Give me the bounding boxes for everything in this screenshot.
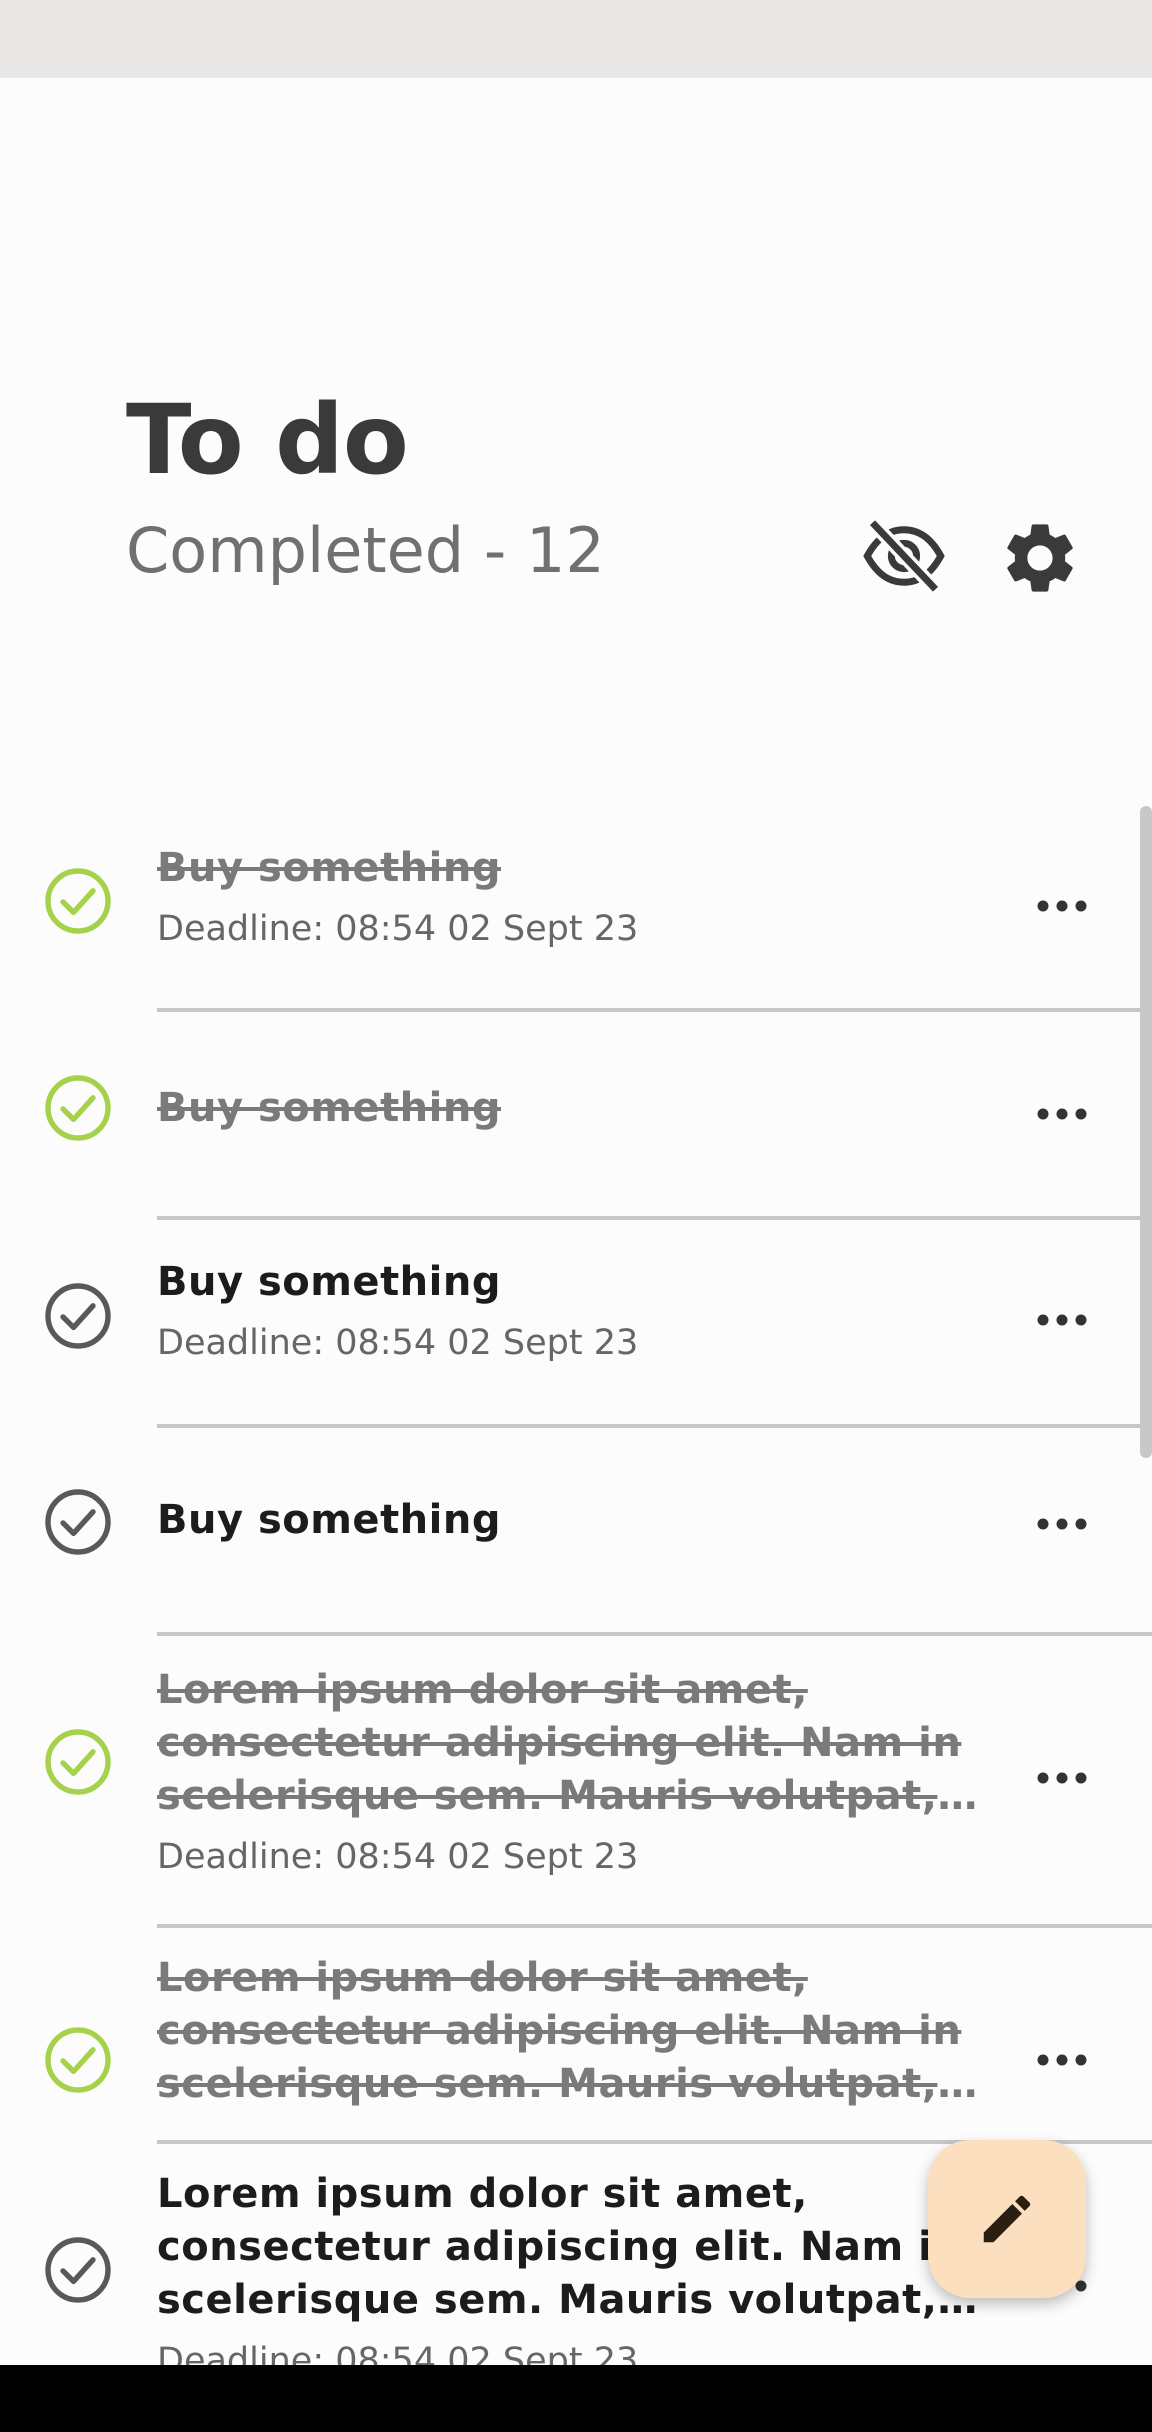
task-menu-button[interactable] bbox=[1022, 876, 1102, 936]
task-menu-button[interactable] bbox=[1022, 1494, 1102, 1554]
check-circle-icon[interactable] bbox=[42, 1280, 114, 1352]
task-menu-button[interactable] bbox=[1022, 1290, 1102, 1350]
task-row[interactable]: Lorem ipsum dolor sit amet, consectetur … bbox=[0, 1928, 1152, 2144]
check-circle-icon[interactable] bbox=[42, 865, 114, 937]
check-circle-icon[interactable] bbox=[42, 2024, 114, 2096]
more-horizontal-icon bbox=[1037, 1108, 1087, 1120]
task-list[interactable]: Buy something Deadline: 08:54 02 Sept 23… bbox=[0, 800, 1152, 2365]
task-deadline: Deadline: 08:54 02 Sept 23 bbox=[157, 2341, 639, 2365]
task-title: Lorem ipsum dolor sit amet, consectetur … bbox=[157, 1955, 962, 2107]
task-deadline: Deadline: 08:54 02 Sept 23 bbox=[157, 1837, 639, 1877]
task-deadline: Deadline: 08:54 02 Sept 23 bbox=[157, 909, 639, 949]
task-row[interactable]: Buy something bbox=[0, 1012, 1152, 1220]
task-row[interactable]: Buy something Deadline: 08:54 02 Sept 23 bbox=[0, 800, 1152, 1012]
task-title: Buy something bbox=[157, 1085, 501, 1131]
check-circle-icon[interactable] bbox=[42, 1486, 114, 1558]
more-horizontal-icon bbox=[1037, 2054, 1087, 2066]
task-title: Buy something bbox=[157, 1497, 501, 1543]
check-circle-icon[interactable] bbox=[42, 1726, 114, 1798]
task-title: Lorem ipsum dolor sit amet, consectetur … bbox=[157, 1667, 962, 1819]
task-row[interactable]: Buy something bbox=[0, 1428, 1152, 1636]
system-nav-bar bbox=[0, 2365, 1152, 2432]
task-row[interactable]: Buy something Deadline: 08:54 02 Sept 23 bbox=[0, 1220, 1152, 1428]
pencil-icon bbox=[983, 2195, 1031, 2243]
task-menu-button[interactable] bbox=[1022, 1084, 1102, 1144]
task-title: Buy something bbox=[157, 845, 501, 891]
gear-icon bbox=[1007, 524, 1073, 592]
eye-off-icon bbox=[863, 517, 945, 595]
more-horizontal-icon bbox=[1037, 1518, 1087, 1530]
task-row[interactable]: Lorem ipsum dolor sit amet, consectetur … bbox=[0, 1636, 1152, 1928]
more-horizontal-icon bbox=[1037, 1314, 1087, 1326]
page-title: To do bbox=[126, 384, 409, 496]
task-menu-button[interactable] bbox=[1022, 2030, 1102, 2090]
settings-button[interactable] bbox=[992, 510, 1088, 606]
more-horizontal-icon bbox=[1037, 900, 1087, 912]
hide-completed-button[interactable] bbox=[852, 508, 956, 604]
completed-count: Completed - 12 bbox=[126, 514, 605, 587]
check-circle-icon[interactable] bbox=[42, 1072, 114, 1144]
task-menu-button[interactable] bbox=[1022, 1748, 1102, 1808]
task-deadline: Deadline: 08:54 02 Sept 23 bbox=[157, 1323, 639, 1363]
status-bar bbox=[0, 0, 1152, 78]
list-scrollbar[interactable] bbox=[1140, 806, 1152, 1458]
check-circle-icon[interactable] bbox=[42, 2234, 114, 2306]
task-title: Lorem ipsum dolor sit amet, consectetur … bbox=[157, 2171, 961, 2323]
add-task-button[interactable] bbox=[928, 2140, 1086, 2298]
task-title: Buy something bbox=[157, 1259, 501, 1305]
more-horizontal-icon bbox=[1037, 1772, 1087, 1784]
